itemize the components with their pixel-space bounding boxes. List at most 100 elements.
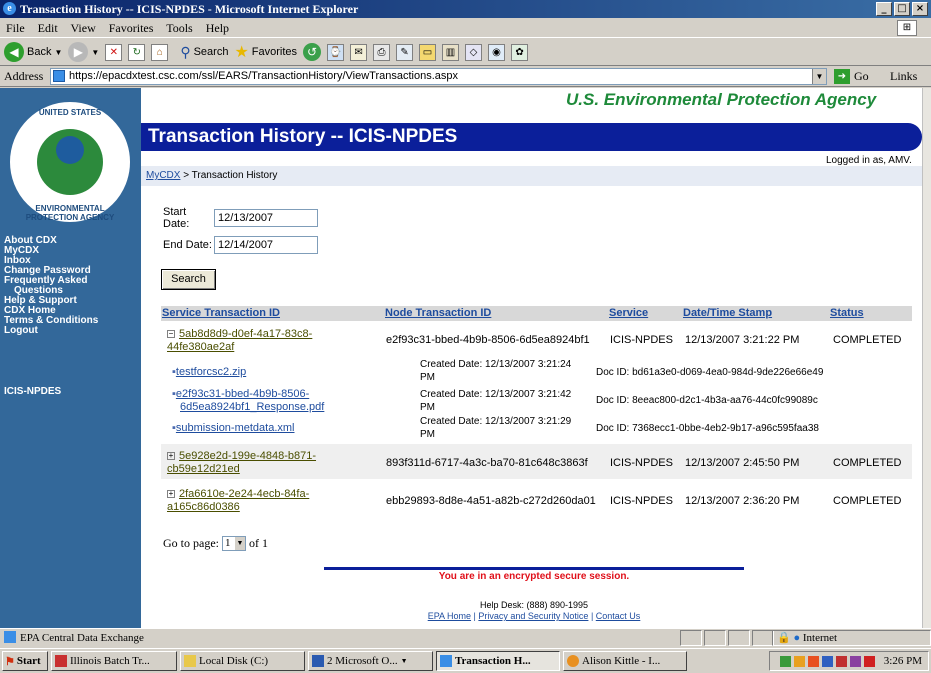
menu-tools[interactable]: Tools [166, 21, 193, 35]
system-tray: 3:26 PM [769, 651, 929, 671]
helpdesk-phone: Help Desk: (888) 890-1995 [479, 600, 589, 610]
transaction-id-link-cont[interactable]: a165c86d0386 [167, 501, 240, 513]
page-select[interactable]: 1 ▼ [222, 536, 246, 551]
taskbar-item-local-disk[interactable]: Local Disk (C:) [180, 651, 305, 671]
expand-toggle-icon[interactable]: + [167, 490, 175, 498]
research-icon[interactable]: ▥ [442, 43, 460, 61]
minimize-button[interactable]: _ [876, 2, 892, 16]
home-icon[interactable]: ⌂ [151, 43, 169, 61]
transaction-id-link-cont[interactable]: 44fe380ae2af [167, 341, 234, 353]
transaction-id-link[interactable]: 5e928e2d-199e-4848-b871- [179, 450, 316, 462]
media-icon[interactable]: ↺ [303, 43, 322, 61]
windows-flag-icon: ⚑ [5, 655, 15, 668]
maximize-button[interactable]: □ [894, 2, 910, 16]
refresh-icon[interactable]: ↻ [128, 43, 146, 61]
history-icon[interactable]: ⌚ [327, 43, 345, 61]
document-id: Doc ID: 7368ecc1-0bbe-4eb2-9b17-a96c595f… [596, 423, 819, 434]
col-status[interactable]: Status [830, 307, 864, 319]
epa-seal-logo: UNITED STATES ENVIRONMENTAL PROTECTION A… [8, 100, 132, 224]
start-date-input[interactable] [214, 209, 318, 227]
search-icon: ⚲ [180, 43, 191, 60]
page-status-icon [4, 631, 16, 643]
collapse-toggle-icon[interactable]: − [167, 330, 175, 338]
agency-name: U.S. Environmental Protection Agency [566, 90, 877, 109]
menu-view[interactable]: View [70, 21, 95, 35]
taskbar-item-alison[interactable]: Alison Kittle - I... [563, 651, 687, 671]
pdf-icon [55, 655, 67, 667]
back-button[interactable]: ◀ Back ▼ [4, 42, 62, 62]
vertical-scrollbar[interactable] [922, 88, 931, 628]
end-date-input[interactable] [214, 236, 318, 254]
mail-icon[interactable]: ✉ [350, 43, 368, 61]
browser-toolbar: ◀ Back ▼ ▶ ▼ ✕ ↻ ⌂ ⚲ Search ★ Favorites … [0, 39, 931, 66]
col-date-time-stamp[interactable]: Date/Time Stamp [683, 307, 772, 319]
col-service[interactable]: Service [609, 307, 648, 319]
tray-icon[interactable] [821, 655, 833, 667]
tray-icon[interactable] [779, 655, 791, 667]
document-created: Created Date: 12/13/2007 3:21:42 [420, 389, 572, 400]
footer-links: EPA Home | Privacy and Security Notice |… [427, 611, 641, 621]
folder-icon[interactable]: ▭ [419, 43, 437, 61]
seal-sun-icon [56, 136, 84, 164]
discuss-icon[interactable]: ◉ [488, 43, 506, 61]
document-link[interactable]: e2f93c31-bbed-4b9b-8506- [176, 388, 309, 400]
edit-icon[interactable]: ✎ [396, 43, 414, 61]
links-button[interactable]: Links [890, 69, 917, 84]
taskbar-item-illinois[interactable]: Illinois Batch Tr... [51, 651, 177, 671]
people-icon[interactable]: ✿ [511, 43, 529, 61]
document-link[interactable]: submission-metdata.xml [176, 422, 295, 434]
taskbar-item-word[interactable]: 2 Microsoft O... ▼ [308, 651, 433, 671]
node-transaction-id: 893f311d-6717-4a3c-ba70-81c648c3863f [386, 457, 588, 469]
footer-epa-home-link[interactable]: EPA Home [428, 611, 471, 621]
close-button[interactable]: × [912, 2, 928, 16]
go-to-page-label: Go to page: [163, 536, 219, 550]
document-link[interactable]: testforcsc2.zip [176, 366, 246, 378]
tray-icon[interactable] [863, 655, 875, 667]
menu-edit[interactable]: Edit [38, 21, 58, 35]
window-title-bar[interactable]: e Transaction History -- ICIS-NPDES - Mi… [0, 0, 931, 18]
messenger-icon[interactable]: ◇ [465, 43, 483, 61]
forward-button[interactable]: ▶ ▼ [68, 42, 99, 62]
transaction-id-link[interactable]: 2fa6610e-2e24-4ecb-84fa- [179, 488, 309, 500]
document-id: Doc ID: bd61a3e0-d069-4ea0-984d-9de226e6… [596, 367, 824, 378]
nav-logout[interactable]: Logout [4, 326, 98, 336]
search-button[interactable]: ⚲ Search [180, 44, 228, 61]
search-submit-button[interactable]: Search [161, 269, 216, 290]
tray-icon[interactable] [849, 655, 861, 667]
expand-toggle-icon[interactable]: + [167, 452, 175, 460]
footer-contact-link[interactable]: Contact Us [596, 611, 641, 621]
forward-dropdown-icon[interactable]: ▼ [91, 48, 99, 57]
footer-divider [324, 567, 744, 570]
menu-file[interactable]: File [6, 21, 25, 35]
footer-privacy-link[interactable]: Privacy and Security Notice [478, 611, 588, 621]
status-bar: EPA Central Data Exchange 🔒 ● Internet [0, 628, 931, 647]
start-button[interactable]: ⚑ Start [2, 651, 48, 671]
clock[interactable]: 3:26 PM [884, 655, 922, 667]
table-row: +2fa6610e-2e24-4ecb-84fa- a165c86d0386 [167, 488, 377, 514]
taskbar-item-transaction-history[interactable]: Transaction H... [436, 651, 560, 671]
node-transaction-id: ebb29893-8d8e-4a51-a82b-c272d260da01 [386, 495, 596, 507]
document-link-cont[interactable]: 6d5ea8924bf1_Response.pdf [180, 401, 324, 413]
back-dropdown-icon[interactable]: ▼ [54, 48, 62, 57]
tray-icon[interactable] [807, 655, 819, 667]
favorites-button[interactable]: ★ Favorites [234, 42, 297, 62]
date-value: 12/13/2007 2:36:20 PM [685, 495, 800, 507]
stop-icon[interactable]: ✕ [105, 43, 123, 61]
breadcrumb-mycdx-link[interactable]: MyCDX [146, 170, 180, 181]
menu-favorites[interactable]: Favorites [109, 21, 154, 35]
menu-help[interactable]: Help [206, 21, 229, 35]
tray-icon[interactable] [835, 655, 847, 667]
list-item: ▪e2f93c31-bbed-4b9b-8506- 6d5ea8924bf1_R… [172, 388, 324, 414]
transaction-id-link-cont[interactable]: cb59e12d21ed [167, 463, 240, 475]
tray-icon[interactable] [793, 655, 805, 667]
go-button[interactable]: ➜ Go [834, 69, 869, 84]
transaction-id-link[interactable]: 5ab8d8d9-d0ef-4a17-83c8- [179, 328, 312, 340]
col-service-transaction-id[interactable]: Service Transaction ID [162, 307, 280, 319]
col-node-transaction-id[interactable]: Node Transaction ID [385, 307, 491, 319]
nav-icis-npdes[interactable]: ICIS-NPDES [4, 386, 61, 397]
window-title: Transaction History -- ICIS-NPDES - Micr… [20, 2, 359, 16]
start-date-label: Start Date: [163, 206, 190, 230]
address-input[interactable]: https://epacdxtest.csc.com/ssl/EARS/Tran… [50, 68, 827, 85]
print-icon[interactable]: ⎙ [373, 43, 391, 61]
address-dropdown-icon[interactable]: ▼ [812, 69, 826, 84]
